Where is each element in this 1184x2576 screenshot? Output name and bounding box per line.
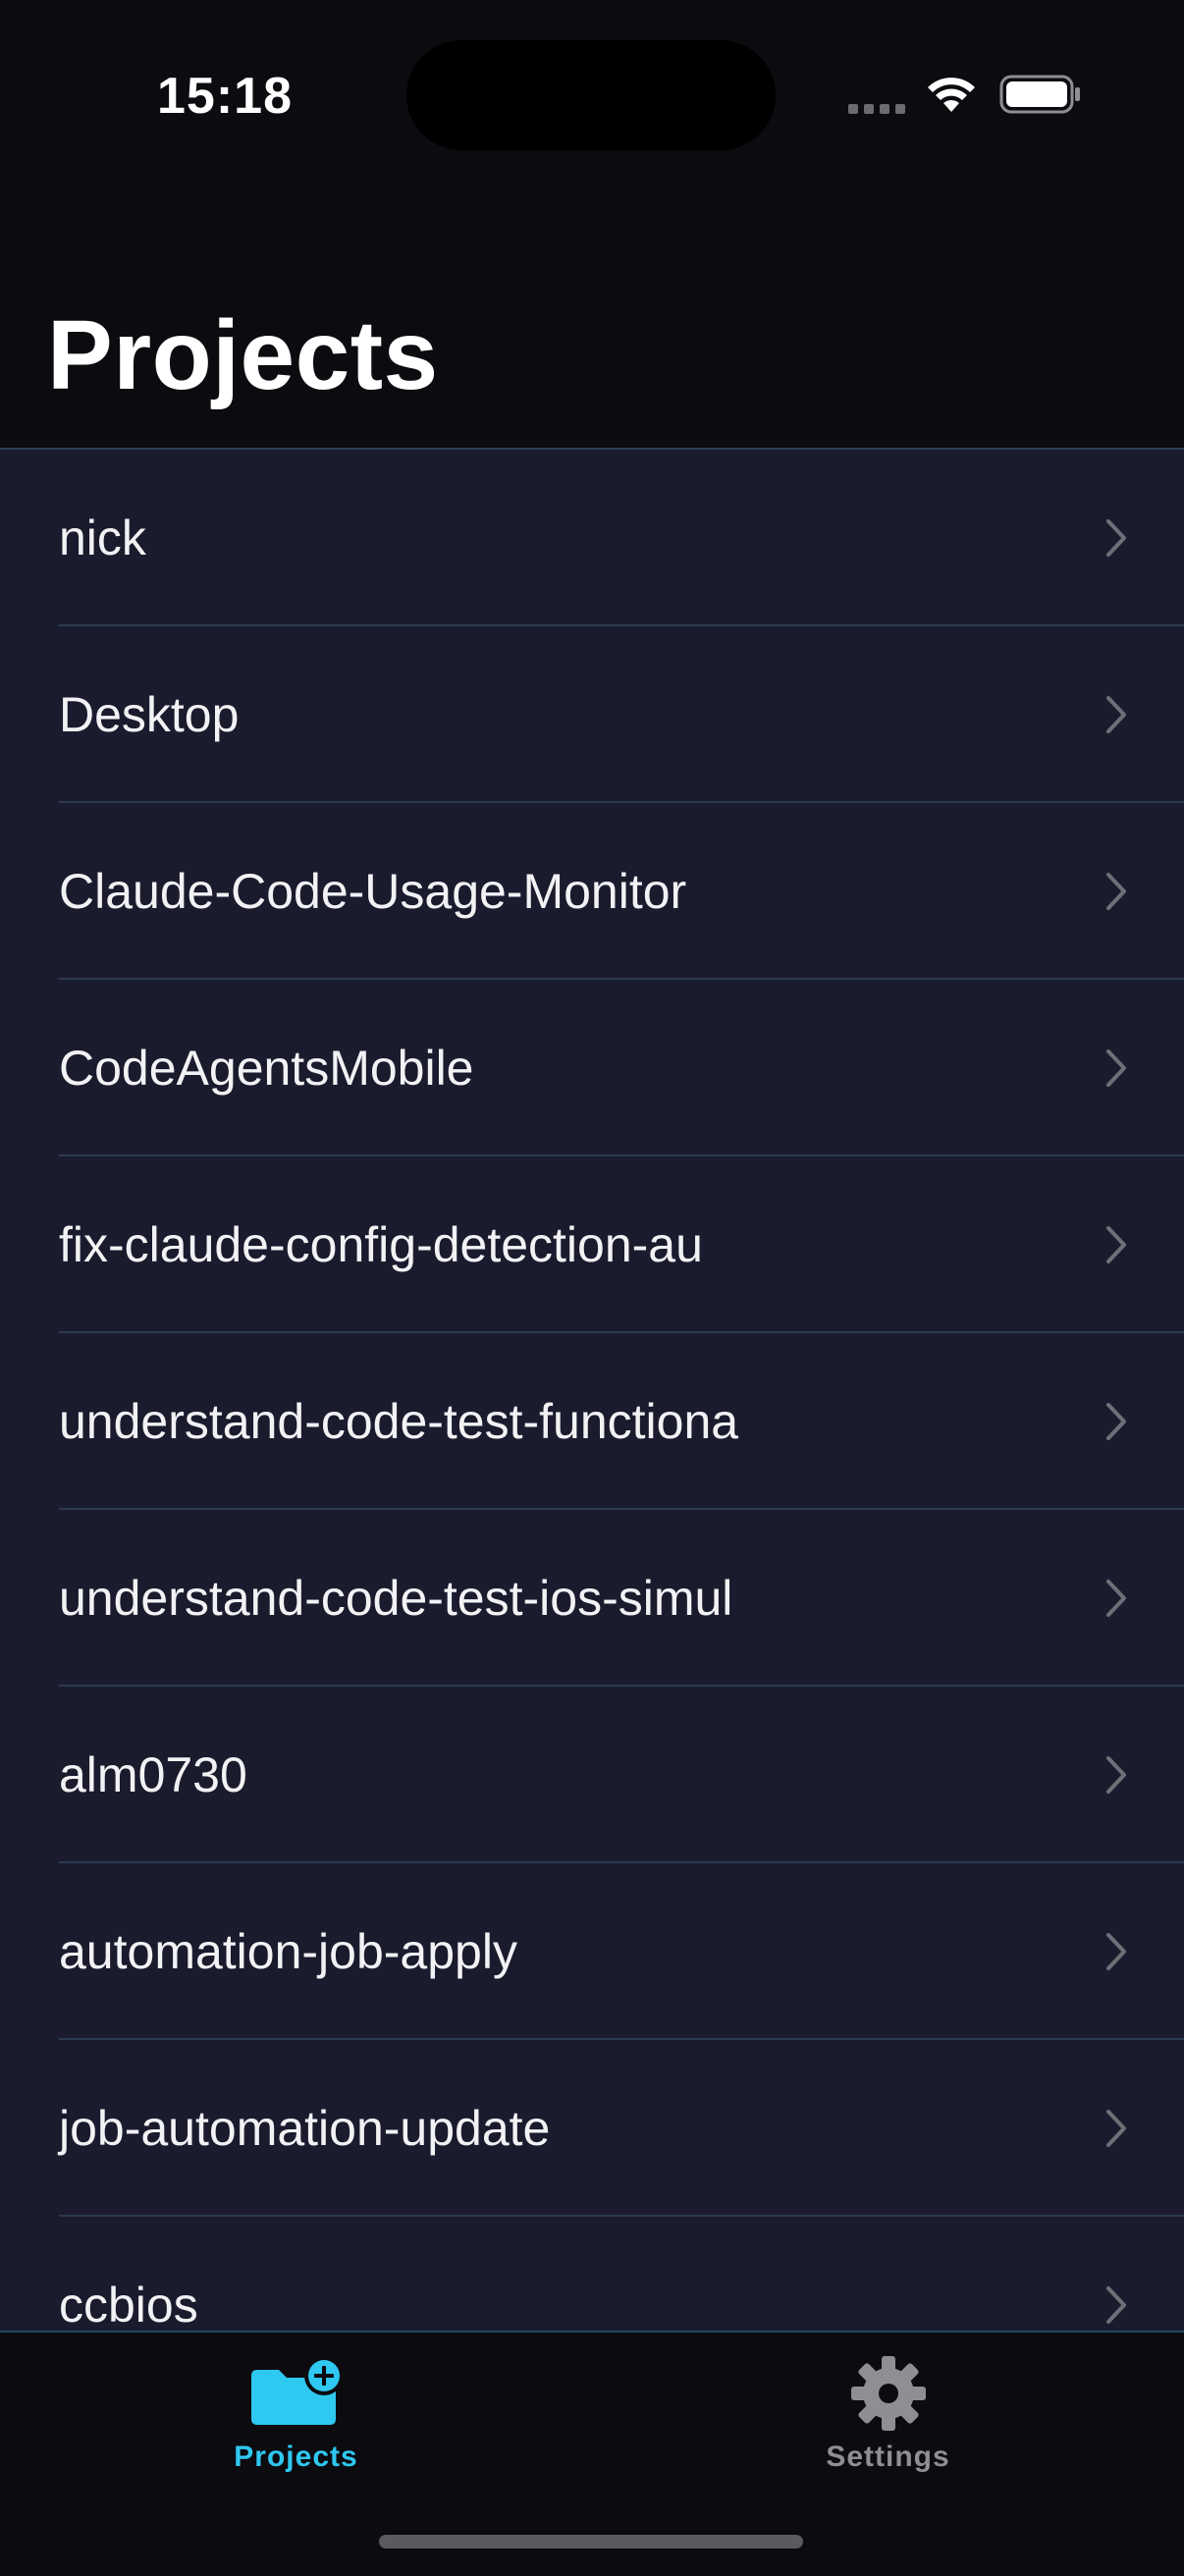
list-item[interactable]: Desktop	[0, 626, 1184, 803]
list-item-label: automation-job-apply	[59, 1924, 517, 1979]
chevron-right-icon	[1106, 1226, 1126, 1263]
list-item[interactable]: Claude-Code-Usage-Monitor	[0, 803, 1184, 980]
list-item[interactable]: alm0730	[0, 1687, 1184, 1863]
list-item[interactable]: CodeAgentsMobile	[0, 980, 1184, 1156]
list-item-label: understand-code-test-ios-simul	[59, 1571, 733, 1626]
chevron-right-icon	[1106, 873, 1126, 910]
chevron-right-icon	[1106, 1049, 1126, 1087]
cellular-signal-icon	[848, 104, 905, 114]
list-item[interactable]: fix-claude-config-detection-au	[0, 1156, 1184, 1333]
chevron-right-icon	[1106, 2110, 1126, 2147]
chevron-right-icon	[1106, 1403, 1126, 1440]
page-title: Projects	[47, 300, 439, 410]
home-indicator[interactable]	[379, 2535, 803, 2549]
tab-settings[interactable]: Settings	[592, 2333, 1184, 2509]
folder-plus-icon	[250, 2356, 344, 2425]
gear-icon	[850, 2356, 926, 2431]
list-item-label: job-automation-update	[59, 2101, 551, 2156]
tab-projects[interactable]: Projects	[0, 2333, 592, 2509]
list-item-label: ccbios	[59, 2278, 198, 2333]
list-item-label: Claude-Code-Usage-Monitor	[59, 864, 687, 919]
list-item[interactable]: understand-code-test-functiona	[0, 1333, 1184, 1510]
battery-icon	[999, 75, 1080, 114]
list-item-label: alm0730	[59, 1747, 247, 1802]
project-list[interactable]: nick Desktop Claude-Code-Usage-Monitor C…	[0, 448, 1184, 2333]
tab-label: Settings	[826, 2441, 950, 2473]
status-bar: 15:18	[0, 0, 1184, 196]
chevron-right-icon	[1106, 1580, 1126, 1617]
list-item[interactable]: automation-job-apply	[0, 1863, 1184, 2040]
list-item[interactable]: nick	[0, 450, 1184, 626]
tab-label: Projects	[234, 2441, 358, 2473]
list-item-label: Desktop	[59, 687, 240, 742]
chevron-right-icon	[1106, 2286, 1126, 2324]
chevron-right-icon	[1106, 519, 1126, 557]
list-item[interactable]: ccbios	[0, 2217, 1184, 2333]
list-item[interactable]: understand-code-test-ios-simul	[0, 1510, 1184, 1687]
wifi-icon	[928, 78, 975, 112]
list-item-label: fix-claude-config-detection-au	[59, 1217, 703, 1272]
list-item-label: CodeAgentsMobile	[59, 1041, 474, 1096]
list-item-label: nick	[59, 510, 146, 565]
chevron-right-icon	[1106, 1933, 1126, 1970]
status-time: 15:18	[157, 68, 293, 125]
chevron-right-icon	[1106, 696, 1126, 733]
list-item-label: understand-code-test-functiona	[59, 1394, 739, 1449]
dynamic-island	[406, 40, 776, 150]
chevron-right-icon	[1106, 1756, 1126, 1794]
list-item[interactable]: job-automation-update	[0, 2040, 1184, 2217]
